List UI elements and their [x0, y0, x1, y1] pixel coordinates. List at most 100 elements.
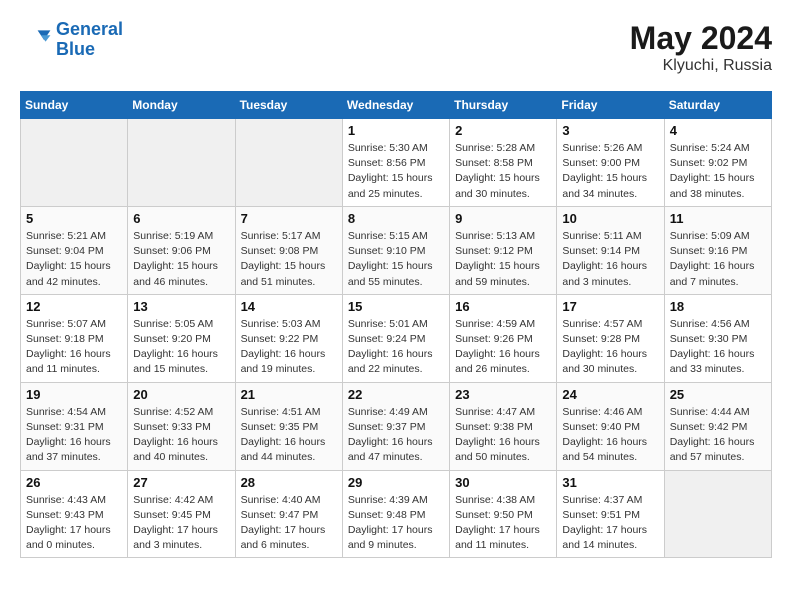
- day-info: Sunrise: 5:01 AMSunset: 9:24 PMDaylight:…: [348, 317, 444, 378]
- day-info: Sunrise: 5:05 AMSunset: 9:20 PMDaylight:…: [133, 317, 229, 378]
- calendar-cell: 1 Sunrise: 5:30 AMSunset: 8:56 PMDaylight…: [342, 119, 449, 207]
- calendar-week-row: 19 Sunrise: 4:54 AMSunset: 9:31 PMDayligh…: [21, 382, 772, 470]
- calendar-week-row: 12Sunrise: 5:07 AMSunset: 9:18 PMDayligh…: [21, 294, 772, 382]
- day-number: 5: [26, 211, 122, 226]
- day-info: Sunrise: 4:39 AMSunset: 9:48 PMDaylight:…: [348, 493, 444, 554]
- calendar-cell: 26 Sunrise: 4:43 AMSunset: 9:43 PMDayligh…: [21, 470, 128, 558]
- day-number: 7: [241, 211, 337, 226]
- calendar-cell: 14Sunrise: 5:03 AMSunset: 9:22 PMDayligh…: [235, 294, 342, 382]
- calendar-cell: 5Sunrise: 5:21 AMSunset: 9:04 PMDaylight…: [21, 206, 128, 294]
- calendar-week-row: 26 Sunrise: 4:43 AMSunset: 9:43 PMDayligh…: [21, 470, 772, 558]
- calendar-cell: 11 Sunrise: 5:09 AMSunset: 9:16 PMDayligh…: [664, 206, 771, 294]
- day-number: 3: [562, 123, 658, 138]
- day-number: 20: [133, 387, 229, 402]
- day-info: Sunrise: 5:17 AMSunset: 9:08 PMDaylight:…: [241, 229, 337, 290]
- day-number: 26: [26, 475, 122, 490]
- day-info: Sunrise: 4:54 AMSunset: 9:31 PMDaylight:…: [26, 405, 122, 466]
- day-info: Sunrise: 5:11 AMSunset: 9:14 PMDaylight:…: [562, 229, 658, 290]
- calendar-week-row: 1 Sunrise: 5:30 AMSunset: 8:56 PMDaylight…: [21, 119, 772, 207]
- calendar-cell: 9 Sunrise: 5:13 AMSunset: 9:12 PMDaylight…: [450, 206, 557, 294]
- calendar-cell: 30 Sunrise: 4:38 AMSunset: 9:50 PMDayligh…: [450, 470, 557, 558]
- day-number: 22: [348, 387, 444, 402]
- weekday-header-wednesday: Wednesday: [342, 92, 449, 119]
- day-number: 25: [670, 387, 766, 402]
- day-number: 18: [670, 299, 766, 314]
- calendar-cell: 15 Sunrise: 5:01 AMSunset: 9:24 PMDayligh…: [342, 294, 449, 382]
- calendar-cell: [235, 119, 342, 207]
- calendar-cell: 31 Sunrise: 4:37 AMSunset: 9:51 PMDayligh…: [557, 470, 664, 558]
- day-info: Sunrise: 4:42 AMSunset: 9:45 PMDaylight:…: [133, 493, 229, 554]
- weekday-header-monday: Monday: [128, 92, 235, 119]
- day-number: 24: [562, 387, 658, 402]
- day-info: Sunrise: 4:59 AMSunset: 9:26 PMDaylight:…: [455, 317, 551, 378]
- day-number: 2: [455, 123, 551, 138]
- day-number: 17: [562, 299, 658, 314]
- day-number: 15: [348, 299, 444, 314]
- calendar-cell: 22Sunrise: 4:49 AMSunset: 9:37 PMDayligh…: [342, 382, 449, 470]
- day-info: Sunrise: 5:13 AMSunset: 9:12 PMDaylight:…: [455, 229, 551, 290]
- day-info: Sunrise: 4:46 AMSunset: 9:40 PMDaylight:…: [562, 405, 658, 466]
- day-number: 30: [455, 475, 551, 490]
- day-info: Sunrise: 5:09 AMSunset: 9:16 PMDaylight:…: [670, 229, 766, 290]
- weekday-header-tuesday: Tuesday: [235, 92, 342, 119]
- calendar-cell: 13 Sunrise: 5:05 AMSunset: 9:20 PMDayligh…: [128, 294, 235, 382]
- day-info: Sunrise: 4:43 AMSunset: 9:43 PMDaylight:…: [26, 493, 122, 554]
- day-info: Sunrise: 5:26 AMSunset: 9:00 PMDaylight:…: [562, 141, 658, 202]
- day-number: 31: [562, 475, 658, 490]
- calendar-cell: 6 Sunrise: 5:19 AMSunset: 9:06 PMDaylight…: [128, 206, 235, 294]
- day-number: 6: [133, 211, 229, 226]
- calendar-cell: 25 Sunrise: 4:44 AMSunset: 9:42 PMDayligh…: [664, 382, 771, 470]
- title-block: May 2024 Klyuchi, Russia: [630, 20, 772, 75]
- day-number: 19: [26, 387, 122, 402]
- calendar-cell: 29Sunrise: 4:39 AMSunset: 9:48 PMDayligh…: [342, 470, 449, 558]
- location: Klyuchi, Russia: [630, 57, 772, 75]
- day-number: 8: [348, 211, 444, 226]
- day-number: 1: [348, 123, 444, 138]
- month-year: May 2024: [630, 20, 772, 57]
- calendar-cell: 20 Sunrise: 4:52 AMSunset: 9:33 PMDayligh…: [128, 382, 235, 470]
- day-info: Sunrise: 5:19 AMSunset: 9:06 PMDaylight:…: [133, 229, 229, 290]
- calendar-body: 1 Sunrise: 5:30 AMSunset: 8:56 PMDaylight…: [21, 119, 772, 558]
- calendar-cell: 8 Sunrise: 5:15 AMSunset: 9:10 PMDaylight…: [342, 206, 449, 294]
- calendar-cell: 7 Sunrise: 5:17 AMSunset: 9:08 PMDaylight…: [235, 206, 342, 294]
- day-info: Sunrise: 4:40 AMSunset: 9:47 PMDaylight:…: [241, 493, 337, 554]
- calendar-cell: 10 Sunrise: 5:11 AMSunset: 9:14 PMDayligh…: [557, 206, 664, 294]
- day-info: Sunrise: 4:37 AMSunset: 9:51 PMDaylight:…: [562, 493, 658, 554]
- day-info: Sunrise: 4:51 AMSunset: 9:35 PMDaylight:…: [241, 405, 337, 466]
- day-number: 23: [455, 387, 551, 402]
- weekday-header-row: SundayMondayTuesdayWednesdayThursdayFrid…: [21, 92, 772, 119]
- day-number: 12: [26, 299, 122, 314]
- day-number: 9: [455, 211, 551, 226]
- calendar-cell: [664, 470, 771, 558]
- calendar-cell: 4Sunrise: 5:24 AMSunset: 9:02 PMDaylight…: [664, 119, 771, 207]
- calendar-cell: 3 Sunrise: 5:26 AMSunset: 9:00 PMDaylight…: [557, 119, 664, 207]
- day-info: Sunrise: 4:38 AMSunset: 9:50 PMDaylight:…: [455, 493, 551, 554]
- calendar-cell: 16Sunrise: 4:59 AMSunset: 9:26 PMDayligh…: [450, 294, 557, 382]
- logo-text: General Blue: [56, 20, 123, 60]
- calendar-cell: 19 Sunrise: 4:54 AMSunset: 9:31 PMDayligh…: [21, 382, 128, 470]
- calendar-cell: 2Sunrise: 5:28 AMSunset: 8:58 PMDaylight…: [450, 119, 557, 207]
- logo: General Blue: [20, 20, 123, 60]
- calendar-cell: 17Sunrise: 4:57 AMSunset: 9:28 PMDayligh…: [557, 294, 664, 382]
- day-info: Sunrise: 5:30 AMSunset: 8:56 PMDaylight:…: [348, 141, 444, 202]
- logo-icon: [20, 24, 52, 56]
- day-number: 11: [670, 211, 766, 226]
- day-info: Sunrise: 4:52 AMSunset: 9:33 PMDaylight:…: [133, 405, 229, 466]
- day-number: 4: [670, 123, 766, 138]
- day-number: 28: [241, 475, 337, 490]
- day-number: 14: [241, 299, 337, 314]
- calendar-table: SundayMondayTuesdayWednesdayThursdayFrid…: [20, 91, 772, 558]
- calendar-cell: 28 Sunrise: 4:40 AMSunset: 9:47 PMDayligh…: [235, 470, 342, 558]
- day-info: Sunrise: 4:56 AMSunset: 9:30 PMDaylight:…: [670, 317, 766, 378]
- day-number: 21: [241, 387, 337, 402]
- calendar-week-row: 5Sunrise: 5:21 AMSunset: 9:04 PMDaylight…: [21, 206, 772, 294]
- calendar-cell: 12Sunrise: 5:07 AMSunset: 9:18 PMDayligh…: [21, 294, 128, 382]
- day-number: 27: [133, 475, 229, 490]
- day-number: 13: [133, 299, 229, 314]
- day-number: 10: [562, 211, 658, 226]
- day-info: Sunrise: 4:44 AMSunset: 9:42 PMDaylight:…: [670, 405, 766, 466]
- day-info: Sunrise: 5:15 AMSunset: 9:10 PMDaylight:…: [348, 229, 444, 290]
- page-header: General Blue May 2024 Klyuchi, Russia: [20, 20, 772, 75]
- calendar-cell: 21 Sunrise: 4:51 AMSunset: 9:35 PMDayligh…: [235, 382, 342, 470]
- weekday-header-thursday: Thursday: [450, 92, 557, 119]
